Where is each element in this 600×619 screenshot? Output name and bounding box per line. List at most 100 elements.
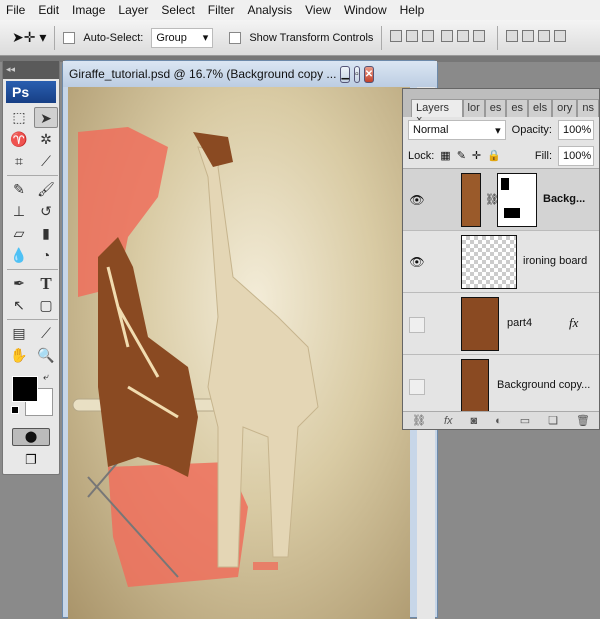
image-canvas[interactable] [68,87,410,619]
healing-brush-tool-icon[interactable]: ✎ [7,179,31,200]
align-left-icon[interactable] [441,30,454,42]
menu-file[interactable]: File [6,3,25,17]
eyedropper-tool-icon[interactable]: ⟋ [34,323,58,344]
menu-image[interactable]: Image [72,3,105,17]
default-colors-icon[interactable] [11,406,19,414]
layer-list: 👁 ⛓ Backg... 👁 ironing board part4 fx Ba… [403,169,599,419]
menu-filter[interactable]: Filter [208,3,235,17]
magic-wand-tool-icon[interactable]: ✲ [34,129,58,150]
tab-styles[interactable]: es [506,99,529,117]
layer-thumbnail [461,297,499,351]
trash-icon[interactable]: 🗑 [576,414,590,427]
hand-tool-icon[interactable]: ✋ [7,345,31,366]
visibility-toggle[interactable] [409,317,425,333]
divider [54,25,56,50]
fill-input[interactable]: 100% [558,145,594,166]
menu-help[interactable]: Help [400,3,425,17]
add-style-icon[interactable]: fx [444,415,453,427]
maximize-button[interactable]: ▫ [354,65,360,83]
opacity-label: Opacity: [511,124,552,136]
minimize-button[interactable]: ▁ [340,65,351,83]
eraser-tool-icon[interactable]: ▱ [7,223,31,244]
ps-logo: Ps [6,81,56,103]
align-hcenter-icon[interactable] [457,30,470,42]
eye-icon[interactable]: 👁 [409,255,425,269]
tab-layers[interactable]: Layers × [411,99,463,126]
menu-edit[interactable]: Edit [38,3,59,17]
opacity-input[interactable]: 100% [558,120,594,140]
close-button[interactable]: ✕ [363,65,375,83]
auto-select-checkbox[interactable] [63,31,76,44]
tab-swatches[interactable]: es [484,99,507,117]
adjustment-layer-icon[interactable]: ◐ [495,415,502,427]
move-tool-preset-icon[interactable]: ➤✛ ▾ [12,29,46,46]
menu-window[interactable]: Window [344,3,387,17]
tab-colors[interactable]: lor [462,99,485,117]
layer-name: Backg... [543,193,586,205]
new-layer-icon[interactable]: ❏ [548,414,558,427]
zoom-tool-icon[interactable]: 🔍 [34,345,58,366]
menu-select[interactable]: Select [161,3,194,17]
lock-transparent-icon[interactable]: ▦ [440,149,450,162]
menu-layer[interactable]: Layer [118,3,148,17]
document-titlebar[interactable]: Giraffe_tutorial.psd @ 16.7% (Background… [63,61,437,87]
blend-row: Normal ▾ Opacity: 100% [403,117,599,143]
layer-effects-icon[interactable]: fx [569,315,578,331]
lasso-tool-icon[interactable]: ♈ [7,129,31,150]
brush-tool-icon[interactable]: 🖌 [34,179,58,200]
tab-history[interactable]: ory [552,99,578,117]
shape-tool-icon[interactable]: ▢ [34,295,58,316]
layer-row-ironing-board[interactable]: 👁 ironing board [403,231,599,293]
layer-row-part4[interactable]: part4 fx [403,293,599,355]
blend-mode-dropdown[interactable]: Normal ▾ [408,120,506,140]
gradient-tool-icon[interactable]: ▮ [34,223,58,244]
crop-tool-icon[interactable]: ⌗ [7,151,31,172]
type-tool-icon[interactable]: T [34,273,58,294]
distribute-left-icon[interactable] [554,30,567,42]
dodge-tool-icon[interactable]: ◔ [34,245,58,266]
path-select-tool-icon[interactable]: ↖ [7,295,31,316]
move-tool-icon[interactable]: ➤ [34,107,58,128]
rect-marquee-tool-icon[interactable]: ⬚ [7,107,31,128]
lock-position-icon[interactable]: ✛ [472,149,481,162]
layer-row-background[interactable]: 👁 ⛓ Backg... [403,169,599,231]
auto-select-value: Group [156,31,187,44]
link-layers-icon[interactable]: ⛓ [412,414,426,427]
distribute-bottom-icon[interactable] [538,30,551,42]
screen-mode-button[interactable]: ❐ [19,452,43,468]
fill-label: Fill: [534,149,552,162]
menu-view[interactable]: View [305,3,331,17]
tab-actions[interactable]: ns [577,99,599,117]
foreground-color-swatch[interactable] [12,376,38,402]
visibility-toggle[interactable] [409,379,425,395]
history-brush-tool-icon[interactable]: ↺ [34,201,58,222]
layer-row-background-copy[interactable]: Background copy... [403,355,599,419]
add-mask-icon[interactable]: ◙ [470,415,477,427]
layer-name: part4 [507,317,533,329]
blur-tool-icon[interactable]: 💧 [7,245,31,266]
tab-channels[interactable]: els [528,99,553,117]
show-transform-checkbox[interactable] [229,31,242,44]
collapse-toolbox-button[interactable]: ◂◂ [3,61,59,79]
align-vcenter-icon[interactable] [406,30,419,42]
menu-analysis[interactable]: Analysis [247,3,292,17]
swap-colors-icon[interactable]: ⤶ [43,372,49,383]
lock-all-icon[interactable]: 🔒 [487,149,501,162]
align-top-icon[interactable] [390,30,403,42]
distribute-vcenter-icon[interactable] [522,30,535,42]
clone-stamp-tool-icon[interactable]: ⊥ [7,201,31,222]
quick-mask-button[interactable]: ⬤ [12,428,50,446]
auto-select-dropdown[interactable]: Group ▾ [151,27,214,48]
layers-footer: ⛓ fx ◙ ◐ ▭ ❏ 🗑 [403,411,599,429]
lock-pixels-icon[interactable]: ✎ [457,149,466,162]
align-bottom-icon[interactable] [422,30,435,42]
distribute-top-icon[interactable] [506,30,519,42]
eye-icon[interactable]: 👁 [409,193,425,207]
slice-tool-icon[interactable]: ⟋ [34,151,58,172]
new-group-icon[interactable]: ▭ [520,414,530,427]
notes-tool-icon[interactable]: ▤ [7,323,31,344]
layer-mask-thumbnail[interactable] [497,173,537,227]
layer-name: Background copy... [497,379,591,391]
pen-tool-icon[interactable]: ✒ [7,273,31,294]
align-right-icon[interactable] [473,30,486,42]
